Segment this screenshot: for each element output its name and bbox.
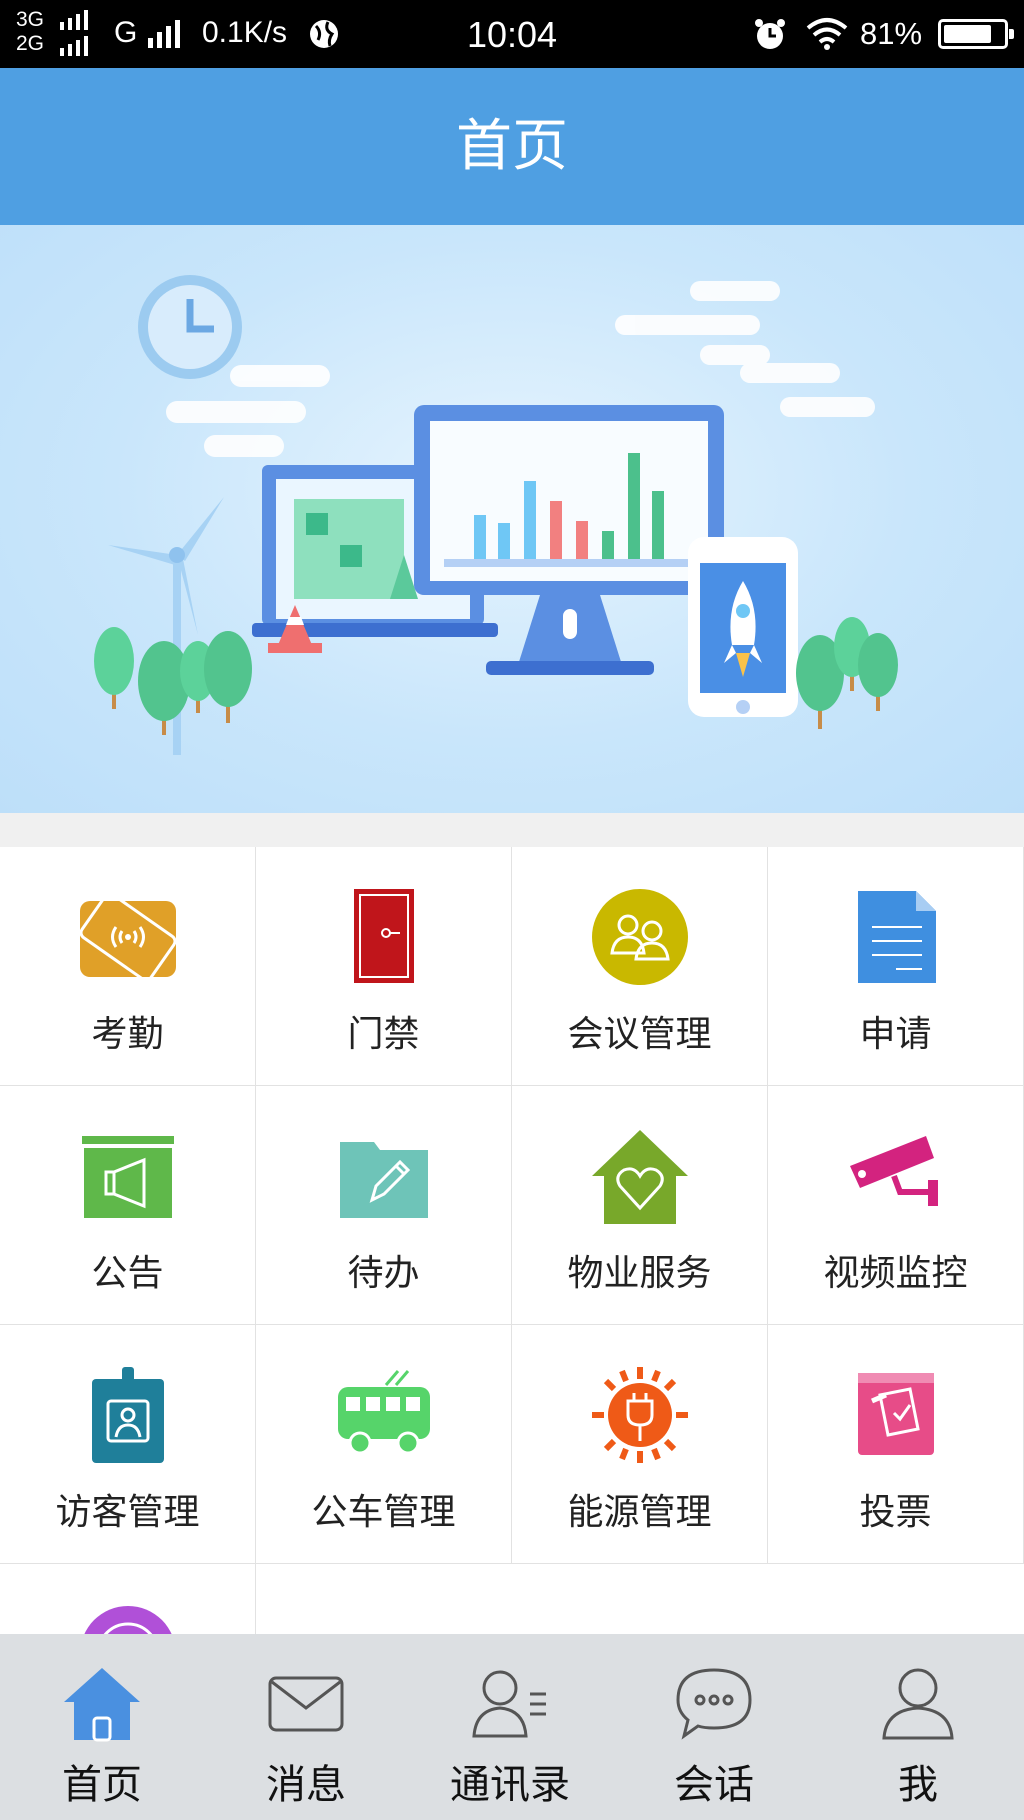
tab-label: 首页 (62, 1762, 142, 1808)
grid-item-attendance[interactable]: 考勤 (0, 847, 256, 1086)
grid-item-label: 视频监控 (823, 1253, 968, 1294)
bottom-tab-bar: 首页 消息 通讯录 会话 我 (0, 1634, 1024, 1820)
home-icon (64, 1668, 140, 1742)
grid-item-todo[interactable]: 待办 (256, 1086, 512, 1325)
tab-messages[interactable]: 消息 (204, 1634, 408, 1820)
tab-chat[interactable]: 会话 (612, 1634, 816, 1820)
tab-me[interactable]: 我 (816, 1634, 1020, 1820)
tab-contacts[interactable]: 通讯录 (408, 1634, 612, 1820)
ballot-box-icon (858, 1373, 934, 1455)
tab-label: 我 (898, 1762, 938, 1808)
attendance-icon (79, 892, 177, 982)
grid-item-label: 公告 (91, 1253, 164, 1294)
bus-icon (338, 1370, 430, 1455)
grid-item-application[interactable]: 申请 (768, 847, 1024, 1086)
grid-item-property-service[interactable]: 物业服务 (512, 1086, 768, 1325)
grid-item-door-access[interactable]: 门禁 (256, 847, 512, 1086)
grid-item-label: 物业服务 (567, 1253, 712, 1294)
tab-label: 会话 (674, 1762, 754, 1808)
wifi-icon (806, 18, 848, 50)
house-heart-icon (592, 1130, 688, 1224)
grid-item-label: 待办 (347, 1253, 420, 1294)
tab-label: 通讯录 (450, 1762, 570, 1808)
grid-item-video-monitoring[interactable]: 视频监控 (768, 1086, 1024, 1325)
grid-item-label: 能源管理 (567, 1492, 712, 1533)
grid-item-label: 申请 (859, 1014, 932, 1055)
status-bar: 3G 2G G 0.1K/s 10:04 81% (0, 0, 1024, 68)
office-illustration (94, 275, 898, 755)
battery-percent: 81% (860, 16, 923, 51)
door-icon (354, 889, 414, 983)
grid-item-energy[interactable]: 能源管理 (512, 1325, 768, 1564)
grid-item-announcement[interactable]: 公告 (0, 1086, 256, 1325)
folder-pencil-icon (340, 1142, 428, 1218)
sun-plug-icon (592, 1367, 688, 1463)
grid-item-label: 投票 (859, 1492, 932, 1533)
chat-icon (676, 1668, 752, 1740)
tab-label: 消息 (266, 1762, 346, 1808)
banner-illustration (0, 225, 1024, 813)
grid-item-label: 门禁 (347, 1014, 420, 1055)
page-title: 首页 (0, 68, 1024, 225)
grid-item-meeting[interactable]: 会议管理 (512, 847, 768, 1086)
contacts-icon (472, 1670, 546, 1738)
section-divider (0, 813, 1024, 847)
megaphone-icon (82, 1136, 174, 1218)
document-icon (858, 891, 936, 983)
camera-icon (850, 1136, 938, 1206)
tab-home[interactable]: 首页 (0, 1634, 204, 1820)
grid-item-vote[interactable]: 投票 (768, 1325, 1024, 1564)
alarm-icon (755, 19, 785, 49)
grid-item-label: 会议管理 (567, 1014, 712, 1055)
user-icon (882, 1668, 954, 1740)
grid-item-label: 访客管理 (55, 1492, 200, 1533)
grid-item-official-car[interactable]: 公车管理 (256, 1325, 512, 1564)
battery-icon (938, 19, 1014, 49)
mail-icon (268, 1676, 344, 1732)
grid-item-visitor[interactable]: 访客管理 (0, 1325, 256, 1564)
badge-icon (92, 1367, 164, 1463)
grid-item-label: 公车管理 (311, 1492, 456, 1533)
grid-item-label: 考勤 (91, 1014, 164, 1055)
meeting-icon (592, 889, 688, 985)
